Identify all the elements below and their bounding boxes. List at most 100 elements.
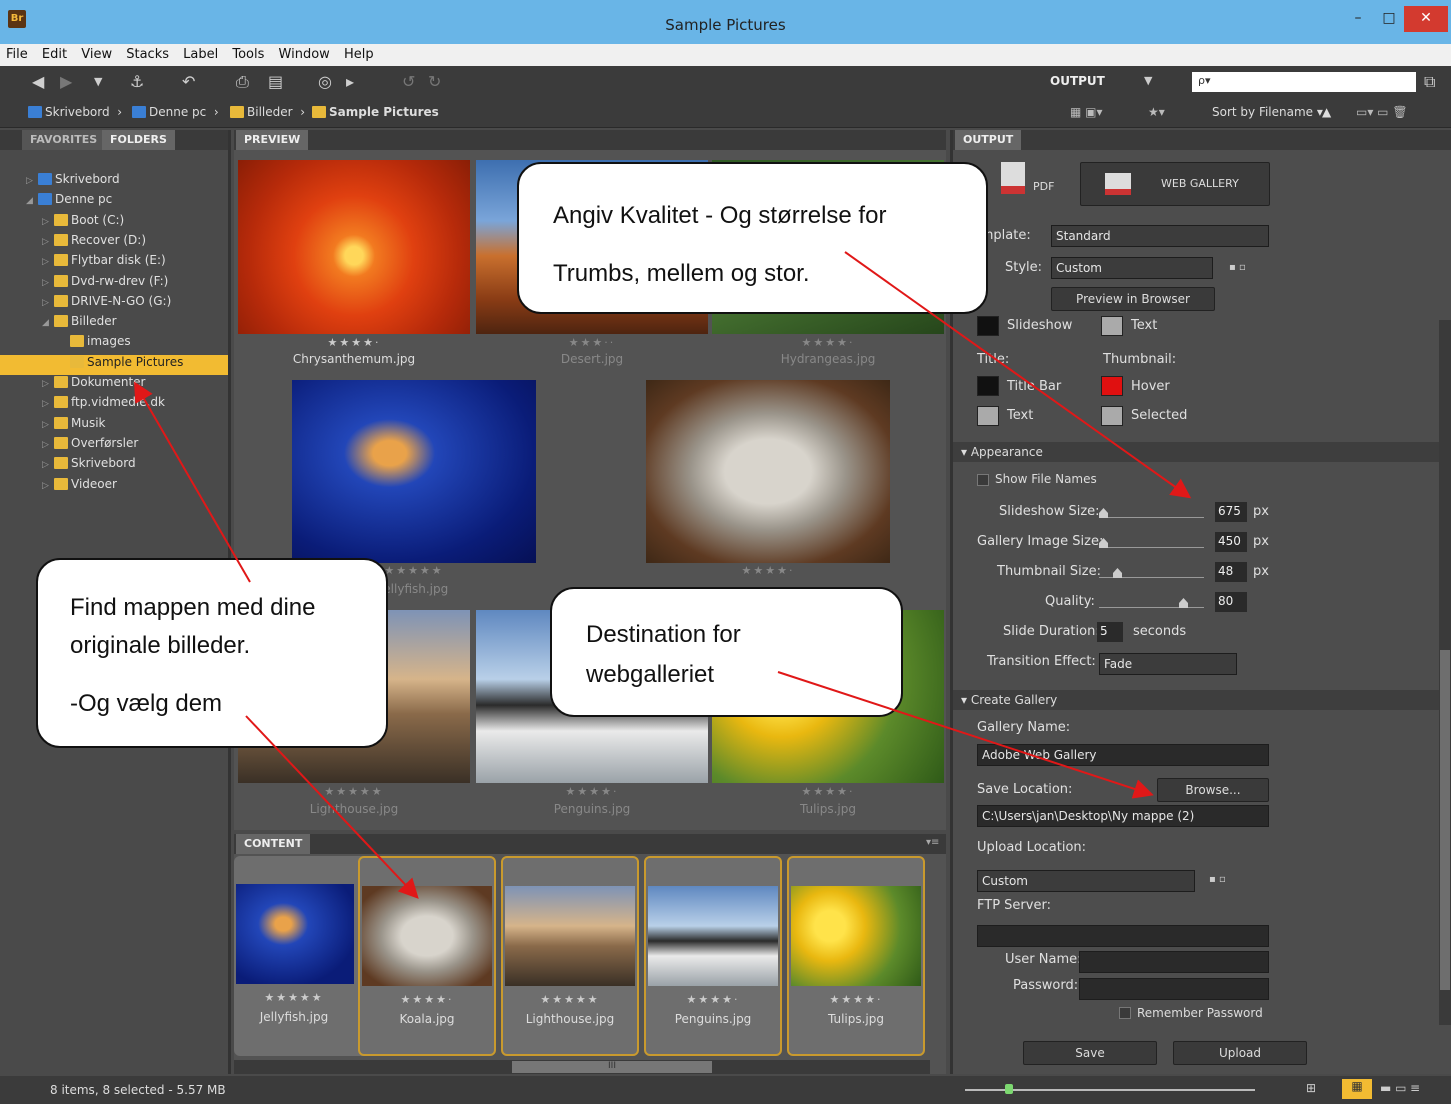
- menu-label[interactable]: Label: [179, 44, 222, 62]
- expand-arrow-icon[interactable]: ▷: [42, 440, 54, 450]
- folder-tree-item[interactable]: ◢ Denne pc: [0, 192, 228, 212]
- transition-effect-select[interactable]: Fade: [1099, 653, 1237, 675]
- hover-color-swatch[interactable]: [1101, 376, 1123, 396]
- menu-window[interactable]: Window: [275, 44, 334, 62]
- save-upload-preset-icon[interactable]: ▪ ▫: [1209, 874, 1226, 885]
- grid-view-icon[interactable]: ⊞: [1306, 1081, 1316, 1095]
- expand-arrow-icon[interactable]: ▷: [42, 379, 54, 389]
- output-scrollbar[interactable]: [1439, 320, 1451, 1025]
- forward-arrow-icon[interactable]: ▶: [60, 72, 72, 91]
- workspace-dropdown-icon[interactable]: ▼: [1144, 74, 1152, 87]
- quality-slider[interactable]: [1099, 594, 1204, 608]
- breadcrumb-denne-pc[interactable]: Denne pc ›: [132, 105, 219, 119]
- title-bar-color-swatch[interactable]: [977, 376, 999, 396]
- expand-arrow-icon[interactable]: ▷: [42, 278, 54, 288]
- photo-koala[interactable]: [646, 380, 890, 563]
- photo-chrysanthemum[interactable]: [238, 160, 470, 334]
- menu-help[interactable]: Help: [340, 44, 378, 62]
- folder-tree-item[interactable]: ▷ Dvd-rw-drev (F:): [0, 274, 228, 294]
- slider-thumb[interactable]: [1179, 598, 1188, 608]
- thumbnail-quality-icon[interactable]: ▦ ▣▾: [1070, 105, 1103, 119]
- menu-stacks[interactable]: Stacks: [122, 44, 173, 62]
- user-name-input[interactable]: [1079, 951, 1269, 973]
- folder-tree-item[interactable]: ▷ Boot (C:): [0, 213, 228, 233]
- thumbnail-zoom-slider[interactable]: [965, 1084, 1255, 1094]
- back-arrow-icon[interactable]: ◀: [32, 72, 44, 91]
- thumbnail-size-input[interactable]: 48: [1215, 562, 1247, 582]
- expand-arrow-icon[interactable]: ▷: [42, 217, 54, 227]
- expand-arrow-icon[interactable]: ▷: [42, 298, 54, 308]
- list-view-icon[interactable]: ≡: [1410, 1081, 1420, 1095]
- tab-favorites[interactable]: FAVORITES: [22, 130, 106, 150]
- tab-preview[interactable]: PREVIEW: [236, 130, 309, 150]
- slideshow-size-input[interactable]: 675: [1215, 502, 1247, 522]
- style-select[interactable]: Custom: [1051, 257, 1213, 279]
- content-item-jellyfish[interactable]: ★★★★★ Jellyfish.jpg: [234, 856, 372, 1056]
- password-input[interactable]: [1079, 978, 1269, 1000]
- photo-jellyfish[interactable]: [292, 380, 536, 563]
- details-view-icon[interactable]: ▬ ▭: [1380, 1081, 1407, 1095]
- pdf-button[interactable]: PDF: [1033, 180, 1054, 193]
- camera-icon[interactable]: ⎙: [236, 72, 249, 92]
- quality-input[interactable]: 80: [1215, 592, 1247, 612]
- content-item-penguins[interactable]: ★★★★· Penguins.jpg: [644, 856, 782, 1056]
- menu-tools[interactable]: Tools: [228, 44, 268, 62]
- content-item-koala[interactable]: ★★★★· Koala.jpg: [358, 856, 496, 1056]
- save-button[interactable]: Save: [1023, 1041, 1157, 1065]
- content-scrollbar[interactable]: III: [234, 1060, 930, 1074]
- title-text-color-swatch[interactable]: [977, 406, 999, 426]
- minimize-button[interactable]: –: [1343, 6, 1373, 32]
- expand-arrow-icon[interactable]: ◢: [42, 318, 54, 328]
- upload-location-select[interactable]: Custom: [977, 870, 1195, 892]
- slideshow-size-slider[interactable]: [1099, 504, 1204, 518]
- text-color-swatch[interactable]: [1101, 316, 1123, 336]
- folder-tree-item[interactable]: ▷ Skrivebord: [0, 456, 228, 476]
- folder-tree-item[interactable]: images: [0, 334, 228, 354]
- thumbnail-size-slider[interactable]: [1099, 564, 1204, 578]
- scrollbar-thumb[interactable]: III: [512, 1061, 712, 1073]
- folder-tree-item[interactable]: ▷ Videoer: [0, 477, 228, 497]
- open-in-camera-raw-icon[interactable]: ◎: [318, 72, 332, 91]
- history-dropdown-icon[interactable]: ▼: [94, 75, 102, 88]
- template-select[interactable]: Standard: [1051, 225, 1269, 247]
- expand-arrow-icon[interactable]: ▷: [42, 237, 54, 247]
- expand-arrow-icon[interactable]: ◢: [26, 196, 38, 206]
- folder-tree-item[interactable]: ▷ Dokumenter: [0, 375, 228, 395]
- folder-tree-item[interactable]: ▷ DRIVE-N-GO (G:): [0, 294, 228, 314]
- thumbnail-view-icon[interactable]: ▦: [1342, 1079, 1372, 1099]
- compact-mode-icon[interactable]: ⧉: [1424, 72, 1435, 92]
- scrollbar-thumb[interactable]: [1440, 650, 1450, 990]
- breadcrumb-skrivebord[interactable]: Skrivebord ›: [28, 105, 122, 119]
- expand-arrow-icon[interactable]: ▷: [42, 481, 54, 491]
- content-item-tulips[interactable]: ★★★★· Tulips.jpg: [787, 856, 925, 1056]
- tab-content[interactable]: CONTENT: [236, 834, 311, 854]
- content-item-lighthouse[interactable]: ★★★★★ Lighthouse.jpg: [501, 856, 639, 1056]
- folder-actions-icon[interactable]: ▭▾ ▭ 🗑: [1356, 105, 1408, 119]
- show-file-names-checkbox[interactable]: [977, 474, 989, 486]
- expand-arrow-icon[interactable]: ▷: [42, 420, 54, 430]
- gallery-name-input[interactable]: Adobe Web Gallery: [977, 744, 1269, 766]
- sort-ascending-icon[interactable]: ▲: [1322, 105, 1331, 119]
- browse-button[interactable]: Browse...: [1157, 778, 1269, 802]
- expand-arrow-icon[interactable]: ▷: [42, 257, 54, 267]
- tab-folders[interactable]: FOLDERS: [102, 130, 175, 150]
- reveal-icon[interactable]: ⚓: [130, 72, 144, 91]
- menu-edit[interactable]: Edit: [38, 44, 71, 62]
- breadcrumb-billeder[interactable]: Billeder ›: [230, 105, 305, 119]
- output-icon[interactable]: ▸: [346, 72, 354, 91]
- star-filter-icon[interactable]: ★▾: [1148, 105, 1165, 119]
- folder-tree-item[interactable]: ▷ ftp.vidmedie.dk: [0, 395, 228, 415]
- gallery-image-size-input[interactable]: 450: [1215, 532, 1247, 552]
- appearance-section-header[interactable]: ▾ Appearance: [953, 442, 1441, 462]
- breadcrumb-sample-pictures[interactable]: Sample Pictures: [312, 105, 439, 119]
- expand-arrow-icon[interactable]: ▷: [42, 460, 54, 470]
- slide-duration-input[interactable]: 5: [1097, 622, 1123, 642]
- close-button[interactable]: ✕: [1404, 6, 1448, 32]
- sort-dropdown[interactable]: Sort by Filename ▾: [1212, 105, 1323, 119]
- folder-tree-item[interactable]: ◢ Billeder: [0, 314, 228, 334]
- folder-tree-item[interactable]: ▷ Flytbar disk (E:): [0, 253, 228, 273]
- expand-arrow-icon[interactable]: ▷: [26, 176, 38, 186]
- slider-thumb[interactable]: [1005, 1084, 1013, 1094]
- slideshow-color-swatch[interactable]: [977, 316, 999, 336]
- web-gallery-button[interactable]: WEB GALLERY: [1080, 162, 1270, 206]
